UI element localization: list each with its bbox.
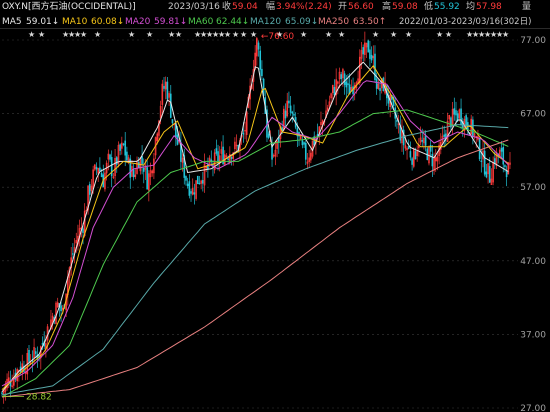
candle-body <box>34 351 37 354</box>
candle-body <box>483 150 486 175</box>
candle-body <box>504 165 506 167</box>
candle-body <box>379 88 381 91</box>
candle-body <box>291 111 294 114</box>
candle-body <box>460 108 462 125</box>
candle-body <box>409 151 412 158</box>
candle-body <box>72 253 74 255</box>
candle-body <box>301 140 304 146</box>
candle-body <box>289 105 292 113</box>
candle-body <box>303 142 305 145</box>
candle-body <box>230 157 233 159</box>
candle-body <box>333 87 336 96</box>
candle-body <box>122 143 125 146</box>
stock-chart-view: { "header": { "symbol": "OXY.N[西方石油(OCCI… <box>0 0 550 412</box>
candle-body <box>443 134 445 137</box>
y-tick-label: 67.00 <box>520 110 546 120</box>
candle-body <box>414 151 417 160</box>
candle-body <box>411 158 413 165</box>
candle-body <box>343 73 346 85</box>
y-tick-label: 57.00 <box>520 183 546 193</box>
candle-body <box>227 158 229 160</box>
candlestick-chart: 27.00 37.00 47.00 57.00 67.00 77.00 ←76.60 28.8… <box>0 28 550 412</box>
candle-body <box>284 110 287 119</box>
candle-body <box>99 167 101 172</box>
candle-body <box>109 154 111 160</box>
candle-body <box>369 49 371 59</box>
candle-body <box>257 42 260 50</box>
candle-body <box>347 83 349 86</box>
candle-body <box>340 74 343 80</box>
candle-body <box>202 180 204 184</box>
candle-body <box>485 171 488 178</box>
candle-body <box>370 54 373 61</box>
candle-body <box>95 166 98 170</box>
candle-body <box>465 115 467 126</box>
candle-body <box>500 148 503 152</box>
candle-body <box>126 151 128 161</box>
candle-body <box>453 108 456 115</box>
candle-body <box>132 169 135 178</box>
candle-body <box>407 146 410 149</box>
candle-body <box>345 81 348 88</box>
candle-body <box>171 119 174 124</box>
candle-body <box>505 170 508 178</box>
candle-body <box>193 192 196 195</box>
y-tick-label: 77.00 <box>520 36 546 46</box>
candle-body <box>259 50 262 70</box>
candle-body <box>82 228 84 233</box>
candle-body <box>186 183 189 187</box>
candle-body <box>166 81 169 100</box>
candle-body <box>488 166 491 183</box>
candle-body <box>196 175 199 185</box>
candle-body <box>267 133 270 138</box>
candle-body <box>304 142 307 160</box>
candle-body <box>421 140 424 142</box>
candle-body <box>88 184 91 195</box>
candle-body <box>375 78 378 89</box>
min-price-annotation: 28.82 <box>26 393 52 403</box>
candle-body <box>188 181 191 196</box>
candle-body <box>480 160 483 162</box>
candle-body <box>146 167 148 190</box>
y-tick-label: 47.00 <box>520 257 546 267</box>
candle-body <box>261 68 263 77</box>
candle-body <box>1 392 3 394</box>
candle-body <box>163 85 165 89</box>
candle-body <box>41 342 44 345</box>
candle-body <box>367 40 370 53</box>
candle-body <box>198 182 201 185</box>
candle-body <box>141 156 143 165</box>
candle-body <box>60 305 62 312</box>
candle-body <box>431 153 434 167</box>
max-price-annotation: ←76.60 <box>261 32 295 42</box>
candle-body <box>100 173 103 178</box>
candle-body <box>190 191 192 194</box>
candle-body <box>142 168 145 172</box>
candle-body <box>217 151 219 162</box>
candle-body <box>215 148 218 154</box>
candle-body <box>185 176 187 181</box>
candle-body <box>242 132 245 135</box>
candle-body <box>455 110 457 116</box>
candle-body <box>28 350 30 362</box>
candle-body <box>288 100 290 104</box>
candle-body <box>502 147 505 165</box>
candle-body <box>396 120 398 122</box>
y-tick-label: 37.00 <box>520 330 546 340</box>
candle-body <box>115 157 118 165</box>
series-line-ma250 <box>1 139 509 398</box>
candle-body <box>362 47 364 55</box>
candle-body <box>119 144 121 151</box>
candle-body <box>124 140 127 156</box>
candle-body <box>424 135 427 146</box>
candle-body <box>137 162 140 168</box>
candle-body <box>293 113 295 116</box>
y-tick-label: 27.00 <box>520 404 546 412</box>
